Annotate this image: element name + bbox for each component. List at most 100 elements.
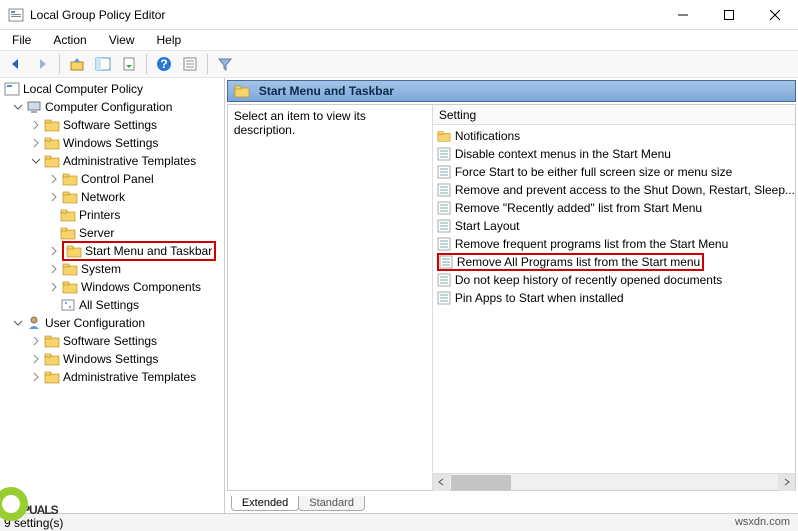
column-header-setting[interactable]: Setting — [433, 105, 795, 125]
folder-open-icon — [66, 243, 82, 259]
tree-label: Control Panel — [81, 172, 154, 186]
tree-all-settings[interactable]: All Settings — [0, 296, 224, 314]
help-button[interactable]: ? — [152, 53, 176, 75]
tree-server[interactable]: Server — [0, 224, 224, 242]
tree-network[interactable]: Network — [0, 188, 224, 206]
scroll-right-button[interactable] — [778, 474, 795, 491]
column-label: Setting — [439, 108, 476, 122]
export-button[interactable] — [117, 53, 141, 75]
tab-standard[interactable]: Standard — [298, 496, 365, 511]
right-tabs: Extended Standard — [227, 491, 796, 511]
setting-label: Remove "Recently added" list from Start … — [455, 201, 702, 215]
settings-list[interactable]: Notifications Disable context menus in t… — [433, 125, 795, 473]
svg-text:?: ? — [160, 57, 167, 71]
collapse-icon[interactable] — [12, 101, 24, 113]
scroll-thumb[interactable] — [451, 475, 511, 490]
tree-system[interactable]: System — [0, 260, 224, 278]
expand-icon[interactable] — [30, 137, 42, 149]
up-button[interactable] — [65, 53, 89, 75]
setting-item[interactable]: Force Start to be either full screen siz… — [433, 163, 795, 181]
right-pane: Start Menu and Taskbar Select an item to… — [225, 78, 798, 513]
tree-user-admin[interactable]: Administrative Templates — [0, 368, 224, 386]
setting-item[interactable]: Disable context menus in the Start Menu — [433, 145, 795, 163]
right-body: Select an item to view its description. … — [227, 104, 796, 491]
tree-windows-components[interactable]: Windows Components — [0, 278, 224, 296]
collapse-icon[interactable] — [30, 155, 42, 167]
tree-label: System — [81, 262, 121, 276]
highlighted-tree-item: Start Menu and Taskbar — [62, 241, 216, 261]
expand-icon[interactable] — [30, 353, 42, 365]
setting-folder-notifications[interactable]: Notifications — [433, 127, 795, 145]
setting-item[interactable]: Do not keep history of recently opened d… — [433, 271, 795, 289]
tab-extended[interactable]: Extended — [231, 496, 299, 511]
folder-icon — [44, 117, 60, 133]
expand-icon[interactable] — [48, 281, 60, 293]
folder-icon — [44, 333, 60, 349]
properties-button[interactable] — [178, 53, 202, 75]
folder-icon — [44, 135, 60, 151]
watermark-logo: PUALS — [0, 490, 58, 524]
tree-computer-config[interactable]: Computer Configuration — [0, 98, 224, 116]
maximize-button[interactable] — [706, 0, 752, 30]
policy-item-icon — [437, 291, 451, 305]
separator — [146, 54, 147, 74]
tree-label: User Configuration — [45, 316, 145, 330]
menu-help[interactable]: Help — [153, 31, 186, 49]
tree-root[interactable]: Local Computer Policy — [0, 80, 224, 98]
tree-label: Software Settings — [63, 334, 157, 348]
setting-label: Notifications — [455, 129, 520, 143]
tree-windows-settings[interactable]: Windows Settings — [0, 134, 224, 152]
setting-item-highlighted[interactable]: Remove All Programs list from the Start … — [433, 253, 795, 271]
watermark-url: wsxdn.com — [735, 516, 790, 528]
expand-icon[interactable] — [30, 119, 42, 131]
collapse-icon[interactable] — [12, 317, 24, 329]
folder-icon — [62, 261, 78, 277]
minimize-button[interactable] — [660, 0, 706, 30]
setting-item[interactable]: Remove frequent programs list from the S… — [433, 235, 795, 253]
toolbar: ? — [0, 50, 798, 78]
folder-icon — [437, 129, 451, 143]
setting-item[interactable]: Start Layout — [433, 217, 795, 235]
folder-icon — [62, 189, 78, 205]
back-button[interactable] — [4, 53, 28, 75]
tree-label: Windows Settings — [63, 136, 158, 150]
close-button[interactable] — [752, 0, 798, 30]
horizontal-scrollbar[interactable] — [433, 473, 795, 490]
tree-label: Network — [81, 190, 125, 204]
expand-icon[interactable] — [48, 245, 60, 257]
menubar: File Action View Help — [0, 30, 798, 50]
tree-user-windows[interactable]: Windows Settings — [0, 350, 224, 368]
tree-pane[interactable]: Local Computer Policy Computer Configura… — [0, 78, 225, 513]
tree-printers[interactable]: Printers — [0, 206, 224, 224]
forward-button[interactable] — [30, 53, 54, 75]
expand-icon[interactable] — [30, 335, 42, 347]
menu-file[interactable]: File — [8, 31, 35, 49]
tree-user-config[interactable]: User Configuration — [0, 314, 224, 332]
setting-item[interactable]: Remove "Recently added" list from Start … — [433, 199, 795, 217]
tree-label: Local Computer Policy — [23, 82, 143, 96]
settings-icon — [60, 297, 76, 313]
menu-view[interactable]: View — [105, 31, 139, 49]
user-icon — [26, 315, 42, 331]
setting-item[interactable]: Pin Apps to Start when installed — [433, 289, 795, 307]
folder-icon — [60, 207, 76, 223]
tree-software-settings[interactable]: Software Settings — [0, 116, 224, 134]
tree-start-menu-taskbar[interactable]: Start Menu and Taskbar — [0, 242, 224, 260]
show-tree-button[interactable] — [91, 53, 115, 75]
tree-admin-templates[interactable]: Administrative Templates — [0, 152, 224, 170]
expand-icon[interactable] — [48, 191, 60, 203]
expand-icon[interactable] — [48, 263, 60, 275]
expand-icon[interactable] — [48, 173, 60, 185]
filter-button[interactable] — [213, 53, 237, 75]
menu-action[interactable]: Action — [49, 31, 90, 49]
tree-label: Start Menu and Taskbar — [85, 244, 212, 258]
setting-label: Force Start to be either full screen siz… — [455, 165, 732, 179]
tree-label: Printers — [79, 208, 120, 222]
tree-user-software[interactable]: Software Settings — [0, 332, 224, 350]
setting-label: Pin Apps to Start when installed — [455, 291, 624, 305]
setting-label: Do not keep history of recently opened d… — [455, 273, 723, 287]
tree-control-panel[interactable]: Control Panel — [0, 170, 224, 188]
scroll-left-button[interactable] — [433, 474, 450, 491]
setting-item[interactable]: Remove and prevent access to the Shut Do… — [433, 181, 795, 199]
expand-icon[interactable] — [30, 371, 42, 383]
